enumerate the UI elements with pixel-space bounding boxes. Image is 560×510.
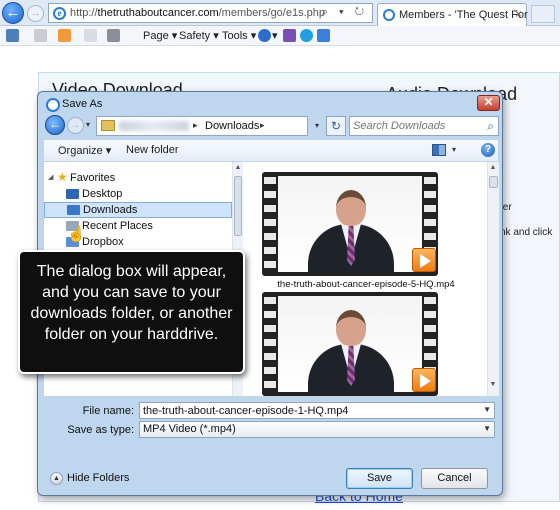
nav-scroll-thumb[interactable] xyxy=(234,176,242,236)
cancel-button[interactable]: Cancel xyxy=(421,468,488,489)
help-icon[interactable] xyxy=(258,29,271,42)
save-button[interactable]: Save xyxy=(346,468,413,489)
nav-favorites-label: Favorites xyxy=(70,172,116,184)
tools-menu[interactable]: Tools ▾ xyxy=(222,29,256,42)
feeds-icon[interactable] xyxy=(58,29,71,42)
print-icon[interactable] xyxy=(107,29,120,42)
folder-icon xyxy=(101,120,115,131)
url-prefix: http:// xyxy=(70,7,98,19)
hand-icon[interactable] xyxy=(34,29,47,42)
dialog-back-button[interactable]: ← xyxy=(45,115,65,135)
desktop-icon xyxy=(66,189,79,199)
breadcrumb-current[interactable]: Downloads xyxy=(205,120,259,132)
presenter-head xyxy=(336,190,366,226)
film-strip xyxy=(264,294,276,394)
url-path: /members/go/e1s.php xyxy=(218,7,325,19)
nav-item-downloads[interactable]: Downloads xyxy=(44,202,232,218)
research-icon[interactable] xyxy=(283,29,296,42)
callout-text: The dialog box will appear, and you can … xyxy=(30,263,233,343)
view-options-chevron-icon[interactable]: ▾ xyxy=(452,145,456,154)
browser-back-button[interactable]: ← xyxy=(2,2,24,24)
new-tab-button[interactable] xyxy=(531,5,555,23)
page-side-text-2: nk and click xyxy=(500,227,553,238)
new-folder-button[interactable]: New folder xyxy=(126,144,179,156)
nav-item-label: Desktop xyxy=(82,188,123,200)
file-list: the-truth-about-cancer-episode-5-HQ.mp4 xyxy=(245,162,487,396)
scroll-up-icon[interactable]: ▲ xyxy=(488,164,498,176)
tab-close-icon[interactable]: × xyxy=(515,7,522,21)
browser-tab[interactable]: Members - 'The Quest For ... × xyxy=(377,3,540,26)
select-chevron-icon[interactable]: ▼ xyxy=(483,424,491,433)
expand-icon[interactable]: ◢ xyxy=(48,173,53,181)
search-input[interactable] xyxy=(353,119,478,133)
film-strip xyxy=(264,174,276,274)
search-field[interactable]: ⌕ xyxy=(349,116,499,136)
file-scroll-thumb[interactable] xyxy=(489,176,498,188)
scroll-up-icon[interactable]: ▲ xyxy=(233,164,243,176)
file-name-label[interactable]: the-truth-about-cancer-episode-5-HQ.mp4 xyxy=(245,279,487,290)
breadcrumb-separator-icon: ▸ xyxy=(193,120,198,130)
browser-forward-button[interactable]: → xyxy=(27,5,44,22)
star-icon: ★ xyxy=(57,170,68,184)
nav-favorites[interactable]: ◢ ★ Favorites xyxy=(44,170,232,186)
hide-folders-label: Hide Folders xyxy=(67,472,130,484)
safety-menu[interactable]: Safety ▾ xyxy=(179,29,219,42)
command-bar: Page ▾ Safety ▾ Tools ▾ ▾ xyxy=(0,26,560,46)
change-view-icon[interactable] xyxy=(432,144,446,156)
video-thumbnail[interactable] xyxy=(262,292,438,396)
media-player-icon xyxy=(412,248,436,272)
file-name-dropdown-icon[interactable]: ▼ xyxy=(483,405,491,414)
dialog-toolbar: Organize ▾ New folder ▾ ? xyxy=(43,139,499,161)
refresh-button[interactable]: ↻ xyxy=(326,116,346,136)
url-domain: thetruthaboutcancer.com xyxy=(97,7,219,19)
recent-locations-icon[interactable]: ▾ xyxy=(86,120,90,129)
breadcrumb-dropdown-icon[interactable]: ▾ xyxy=(310,116,324,136)
video-frame xyxy=(278,176,422,272)
dialog-title: Save As xyxy=(62,98,103,110)
address-bar: ← → e http://thetruthaboutcancer.com/mem… xyxy=(0,0,560,26)
save-as-type-label: Save as type: xyxy=(67,424,134,436)
hand-cursor-icon: ☝ xyxy=(67,226,86,243)
file-list-scrollbar[interactable]: ▲ ▼ xyxy=(487,162,499,396)
breadcrumb[interactable]: ▸ Downloads ▸ xyxy=(96,116,308,136)
save-as-type-select[interactable]: MP4 Video (*.mp4) ▼ xyxy=(139,421,495,438)
url-field[interactable]: e http://thetruthaboutcancer.com/members… xyxy=(48,3,373,23)
dialog-forward-button[interactable]: → xyxy=(67,117,84,134)
collapse-icon: ▲ xyxy=(50,472,63,485)
url-actions-icon[interactable]: ⌕ ▾ ↻ xyxy=(322,6,368,19)
file-name-input[interactable] xyxy=(143,404,478,417)
search-icon[interactable]: ⌕ xyxy=(487,119,494,134)
nav-item-label: Dropbox xyxy=(82,236,124,248)
file-name-field-label: File name: xyxy=(82,405,134,417)
dialog-close-button[interactable]: ✕ xyxy=(477,95,500,111)
instruction-callout: The dialog box will appear, and you can … xyxy=(18,250,245,374)
presenter-head xyxy=(336,310,366,346)
video-frame xyxy=(278,296,422,392)
home-icon[interactable] xyxy=(6,29,19,42)
video-thumbnail[interactable] xyxy=(262,172,438,276)
translate-icon[interactable] xyxy=(317,29,330,42)
help-menu-arrow[interactable]: ▾ xyxy=(272,29,278,42)
dialog-ie-icon xyxy=(46,98,60,112)
nav-item-desktop[interactable]: Desktop xyxy=(44,186,232,202)
nav-item-label: Recent Places xyxy=(82,220,153,232)
file-name-field[interactable]: ▼ xyxy=(139,402,495,419)
media-player-icon xyxy=(412,368,436,392)
breadcrumb-chevron-icon[interactable]: ▸ xyxy=(260,120,265,131)
scroll-down-icon[interactable]: ▼ xyxy=(488,381,498,393)
tab-favicon-icon xyxy=(383,9,395,21)
skype-icon[interactable] xyxy=(300,29,313,42)
downloads-folder-icon xyxy=(67,205,80,215)
organize-menu[interactable]: Organize ▾ xyxy=(58,144,111,157)
ie-logo-icon: e xyxy=(53,7,66,20)
nav-item-label: Downloads xyxy=(83,204,138,216)
redacted-path xyxy=(119,121,189,131)
url-text: http://thetruthaboutcancer.com/members/g… xyxy=(70,7,325,19)
save-as-type-value: MP4 Video (*.mp4) xyxy=(143,423,236,435)
mail-icon[interactable] xyxy=(84,29,97,42)
page-menu[interactable]: Page ▾ xyxy=(143,29,177,42)
help-icon[interactable]: ? xyxy=(481,143,495,157)
